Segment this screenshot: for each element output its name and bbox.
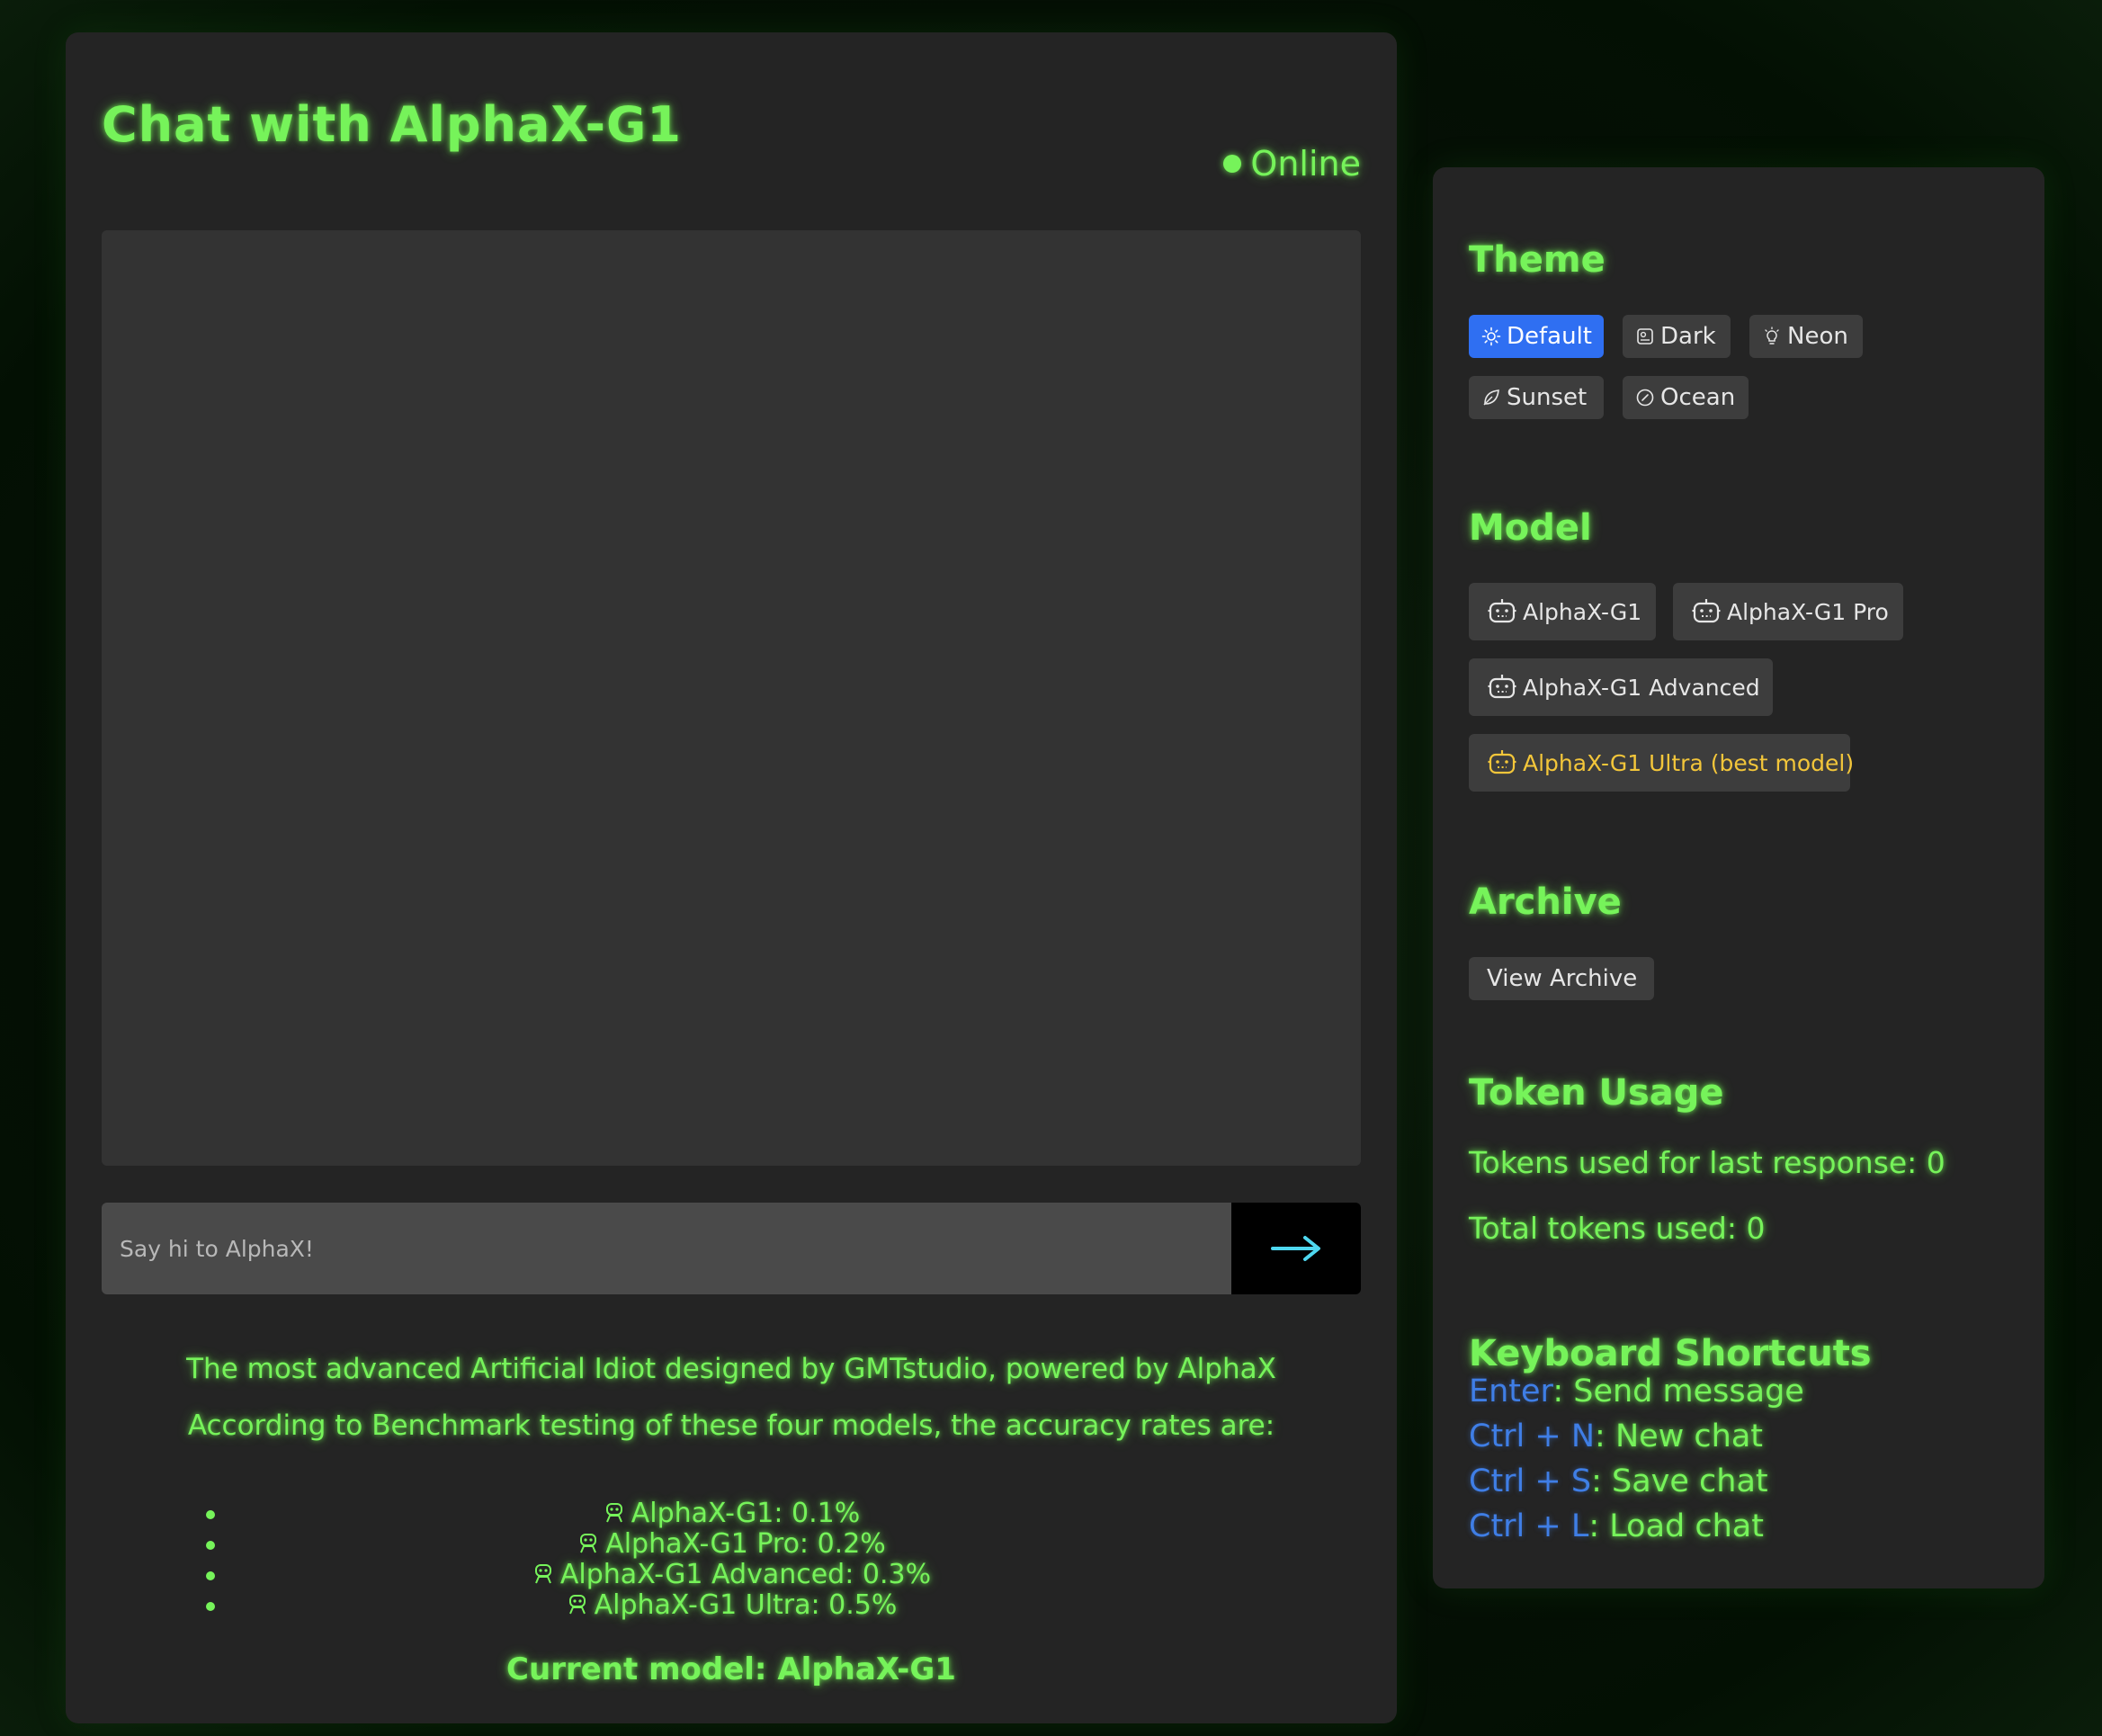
bullet-icon: [206, 1541, 215, 1550]
model-label: AlphaX-G1 Pro: [1727, 598, 1889, 625]
shortcut-item: Enter: Send message: [1469, 1376, 1804, 1408]
send-button[interactable]: [1231, 1203, 1361, 1294]
shortcut-item: Ctrl + N: New chat: [1469, 1421, 1763, 1453]
status-indicator: Online: [1223, 144, 1361, 183]
theme-ocean-label: Ocean: [1660, 384, 1736, 411]
tagline: The most advanced Artificial Idiot desig…: [186, 1353, 1276, 1385]
model-alphax-g1-advanced-button[interactable]: AlphaX-G1 Advanced: [1469, 658, 1773, 716]
benchmark-intro: According to Benchmark testing of these …: [187, 1409, 1275, 1442]
settings-sidebar: Theme Default Dark Neon Sunset Ocean Mod…: [1433, 167, 2044, 1588]
model-label: AlphaX-G1 Ultra (best model): [1523, 749, 1855, 776]
model-section-title: Model: [1469, 507, 1592, 549]
model-alphax-g1-button[interactable]: AlphaX-G1: [1469, 583, 1656, 640]
list-item: AlphaX-G1 Ultra: 0.5%: [147, 1590, 1316, 1621]
theme-default-label: Default: [1507, 323, 1592, 350]
accuracy-label: AlphaX-G1 Ultra: 0.5%: [594, 1589, 898, 1621]
robot-icon: [605, 1503, 622, 1523]
keyboard-shortcuts-title: Keyboard Shortcuts: [1469, 1333, 1872, 1374]
tokens-last-response: Tokens used for last response: 0: [1469, 1145, 1945, 1180]
shortcut-key: Ctrl + L: [1469, 1508, 1589, 1544]
status-label: Online: [1250, 144, 1361, 183]
model-alphax-g1-ultra-button[interactable]: AlphaX-G1 Ultra (best model): [1469, 734, 1854, 792]
archive-section-title: Archive: [1469, 881, 1622, 923]
shortcut-key: Ctrl + N: [1469, 1418, 1596, 1454]
theme-ocean-button[interactable]: Ocean: [1623, 376, 1749, 419]
bullet-icon: [206, 1571, 215, 1580]
page-title: Chat with AlphaX-G1: [102, 96, 682, 153]
token-usage-title: Token Usage: [1469, 1072, 1724, 1114]
input-row: [102, 1203, 1361, 1294]
list-item: AlphaX-G1 Advanced: 0.3%: [147, 1560, 1316, 1590]
shortcut-item: Ctrl + S: Save chat: [1469, 1466, 1768, 1498]
tokens-total: Total tokens used: 0: [1469, 1211, 1766, 1246]
robot-icon: [1487, 596, 1517, 627]
bulb-icon: [1762, 327, 1782, 346]
model-label: AlphaX-G1: [1523, 598, 1642, 625]
status-dot-icon: [1223, 155, 1242, 173]
model-alphax-g1-pro-button[interactable]: AlphaX-G1 Pro: [1673, 583, 1903, 640]
accuracy-label: AlphaX-G1 Pro: 0.2%: [605, 1528, 886, 1560]
leaf-icon: [1481, 388, 1501, 407]
robot-icon: [1487, 747, 1517, 778]
shortcut-action: : New chat: [1595, 1418, 1764, 1454]
robot-icon: [568, 1595, 586, 1615]
moon-icon: [1635, 327, 1655, 346]
robot-icon: [580, 1534, 597, 1553]
model-label: AlphaX-G1 Advanced: [1523, 674, 1760, 701]
shortcut-key: Enter: [1469, 1374, 1553, 1409]
arrow-right-icon: [1271, 1236, 1320, 1261]
bullet-icon: [206, 1510, 215, 1519]
shortcut-action: : Save chat: [1591, 1463, 1768, 1499]
accuracy-label: AlphaX-G1 Advanced: 0.3%: [559, 1559, 932, 1590]
robot-icon: [1487, 672, 1517, 702]
current-model-label: Current model: AlphaX-G1: [506, 1651, 956, 1687]
bullet-icon: [206, 1602, 215, 1611]
accuracy-list: AlphaX-G1: 0.1% AlphaX-G1 Pro: 0.2% Alph…: [147, 1499, 1316, 1621]
theme-dark-label: Dark: [1660, 323, 1716, 350]
compass-icon: [1635, 388, 1655, 407]
theme-sunset-button[interactable]: Sunset: [1469, 376, 1604, 419]
theme-dark-button[interactable]: Dark: [1623, 315, 1731, 358]
accuracy-label: AlphaX-G1: 0.1%: [631, 1498, 861, 1529]
list-item: AlphaX-G1: 0.1%: [147, 1499, 1316, 1529]
robot-icon: [1691, 596, 1722, 627]
message-input[interactable]: [102, 1203, 1231, 1294]
view-archive-label: View Archive: [1487, 965, 1638, 992]
shortcut-item: Ctrl + L: Load chat: [1469, 1511, 1764, 1543]
view-archive-button[interactable]: View Archive: [1469, 957, 1654, 1000]
shortcut-action: : Load chat: [1588, 1508, 1764, 1544]
sun-icon: [1481, 327, 1501, 346]
shortcut-action: : Send message: [1552, 1374, 1804, 1409]
message-area[interactable]: [102, 230, 1361, 1166]
list-item: AlphaX-G1 Pro: 0.2%: [147, 1529, 1316, 1560]
theme-section-title: Theme: [1469, 239, 1606, 281]
theme-neon-button[interactable]: Neon: [1749, 315, 1863, 358]
shortcut-key: Ctrl + S: [1469, 1463, 1592, 1499]
theme-default-button[interactable]: Default: [1469, 315, 1604, 358]
theme-sunset-label: Sunset: [1507, 384, 1588, 411]
chat-panel: Chat with AlphaX-G1 Online The most adva…: [66, 32, 1397, 1723]
theme-neon-label: Neon: [1787, 323, 1848, 350]
robot-icon: [534, 1564, 551, 1584]
